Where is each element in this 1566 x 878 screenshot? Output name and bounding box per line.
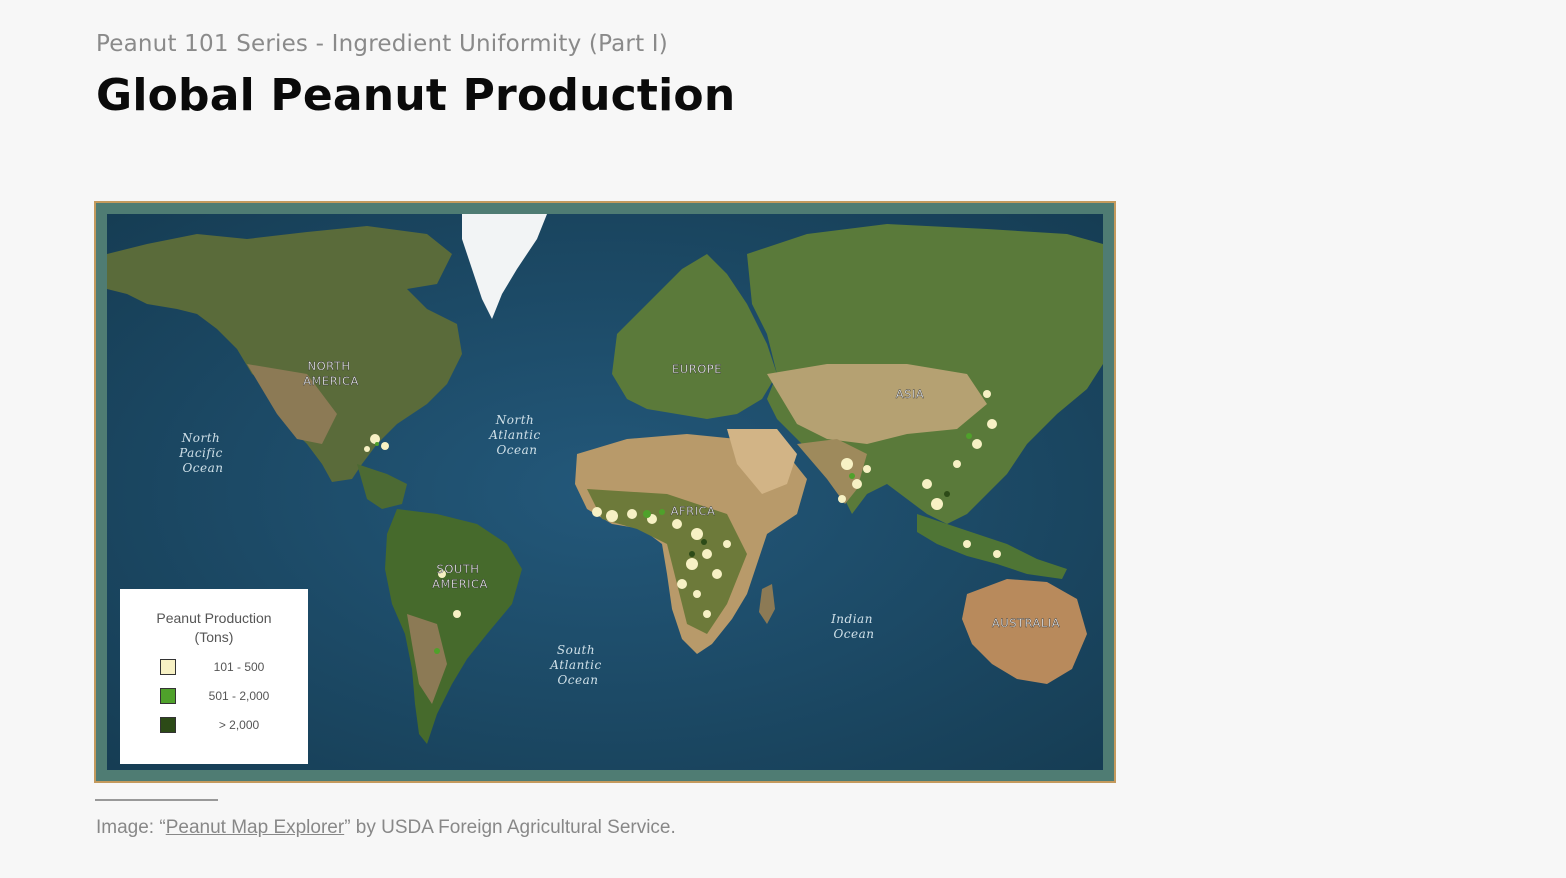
label-australia: AUSTRALIA [992, 616, 1060, 630]
caption-divider [95, 799, 218, 801]
legend-title: Peanut Production (Tons) [120, 609, 308, 647]
map-legend: Peanut Production (Tons) 101 - 500 501 -… [120, 589, 308, 764]
map-frame: NORTH AMERICA EUROPE ASIA AFRICA SOUTH A… [94, 201, 1116, 783]
legend-label: 101 - 500 [213, 660, 265, 674]
label-asia: ASIA [896, 387, 924, 401]
label-africa: AFRICA [671, 504, 716, 518]
label-north-america-2: AMERICA [303, 374, 359, 388]
label-north-atlantic-3: Ocean [496, 443, 537, 457]
world-map: NORTH AMERICA EUROPE ASIA AFRICA SOUTH A… [107, 214, 1103, 770]
legend-label: 501 - 2,000 [208, 689, 270, 703]
label-south-atlantic-3: Ocean [557, 673, 598, 687]
page-title: Global Peanut Production [96, 70, 736, 121]
label-south-america-2: AMERICA [432, 577, 488, 591]
legend-title-line2: (Tons) [194, 629, 234, 645]
legend-title-line1: Peanut Production [156, 610, 272, 626]
legend-item: > 2,000 [160, 716, 259, 734]
legend-swatch-low [160, 659, 176, 675]
label-europe: EUROPE [672, 362, 722, 376]
legend-item: 501 - 2,000 [160, 687, 269, 705]
label-north-atlantic-2: Atlantic [488, 428, 540, 442]
slide: Peanut 101 Series - Ingredient Uniformit… [0, 0, 1566, 878]
label-indian-ocean-2: Ocean [833, 627, 874, 641]
legend-label: > 2,000 [218, 718, 260, 732]
peanut-map-explorer-link[interactable]: Peanut Map Explorer [166, 817, 345, 838]
label-south-america-1: SOUTH [437, 562, 480, 576]
label-indian-ocean-1: Indian [830, 612, 873, 626]
series-subtitle: Peanut 101 Series - Ingredient Uniformit… [96, 31, 668, 57]
label-south-atlantic-2: Atlantic [549, 658, 601, 672]
label-north-atlantic-1: North [495, 413, 535, 427]
label-north-pacific-3: Ocean [182, 461, 223, 475]
image-caption: Image: “Peanut Map Explorer” by USDA For… [96, 817, 676, 839]
label-north-pacific-2: Pacific [178, 446, 223, 460]
legend-swatch-high [160, 717, 176, 733]
label-south-atlantic-1: South [557, 643, 595, 657]
label-north-pacific-1: North [181, 431, 221, 445]
caption-suffix: ” by USDA Foreign Agricultural Service. [344, 817, 676, 838]
label-north-america-1: NORTH [308, 359, 351, 373]
legend-item: 101 - 500 [160, 658, 264, 676]
caption-prefix: Image: “ [96, 817, 166, 838]
legend-swatch-mid [160, 688, 176, 704]
